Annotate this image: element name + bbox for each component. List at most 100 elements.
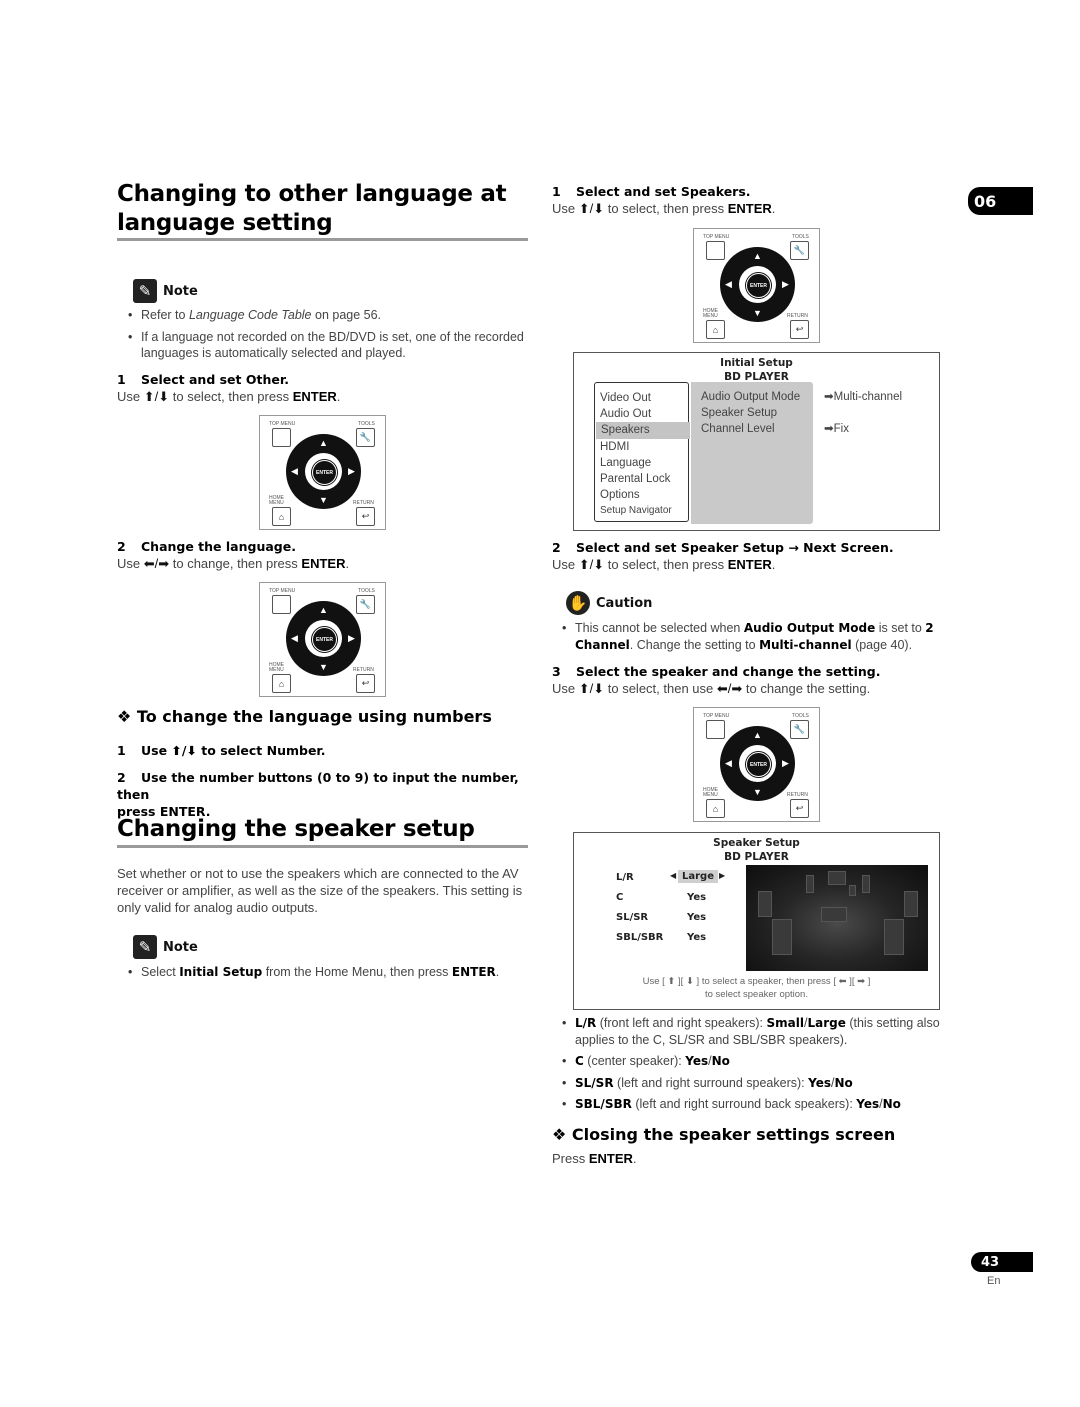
screen-title: Speaker Setup [713,837,800,849]
tv-shape [828,871,846,885]
menu-item: Video Out [600,392,651,404]
speaker-value-selected: Large [678,870,718,883]
up-arrow-icon: ▲ [753,730,762,740]
right-step-3-instruction: Use ⬆/⬇ to select, then use ⬅/➡ to chang… [552,681,871,696]
menu-item: Language [600,456,652,469]
note-item: Select Initial Setup from the Home Menu,… [127,964,537,981]
speaker-value: Yes [687,892,707,903]
left-right-arrow-icon: ⬅/➡ [143,556,170,571]
top-menu-button [706,241,725,260]
return-icon: ↩ [790,320,809,339]
front-left-speaker [806,875,814,893]
up-arrow-icon: ▲ [753,251,762,261]
screen-subtitle: BD PLAYER [724,851,789,863]
setting-values: ➡Multi-channel ➡Fix [824,389,902,438]
submenu-panel: Audio Output Mode Speaker Setup Channel … [691,382,813,524]
hint-line-1: Use [ ⬆ ][ ⬇ ] to select a speaker, then… [642,976,871,987]
note-label: Note [163,283,198,299]
top-menu-button [272,428,291,447]
surround-right-speaker [904,891,918,917]
note-list: Refer to Language Code Table on page 56.… [127,307,527,367]
numbers-step-1: 1 Use ⬆/⬇ to select Number. [117,743,326,758]
section-title-speaker: Changing the speaker setup [117,816,475,842]
tools-label: TOOLS [792,234,809,240]
tools-wrench-icon: 🔧 [790,720,809,739]
menu-label: MENU [269,500,284,506]
right-step-2-title: 2 Select and set Speaker Setup → Next Scr… [552,540,894,555]
down-arrow-icon: ▼ [319,495,328,505]
down-arrow-icon: ▼ [753,787,762,797]
home-icon: ⌂ [706,320,725,339]
note-item: Refer to Language Code Table on page 56. [127,307,527,324]
chapter-tab: 06 [968,187,1033,215]
main-menu-panel: Video Out Audio Out Speakers HDMI Langua… [594,382,690,522]
setting-value: ➡Multi-channel [824,391,903,403]
subsection-heading-closing: ❖ Closing the speaker settings screen [552,1125,896,1144]
note-heading: ✎ Note [133,935,198,959]
direction-pad: ▲ ▼ ◀ ▶ ENTER [286,601,361,676]
down-arrow-icon: ▼ [753,308,762,318]
right-step-2-instruction: Use ⬆/⬇ to select, then press ENTER. [552,557,776,572]
language-code: En [987,1275,1001,1287]
right-arrow-icon: ▶ [348,466,355,476]
pencil-note-icon: ✎ [133,935,157,959]
setting-value [824,405,902,421]
submenu-item: Audio Output Mode [701,391,801,403]
direction-pad: ▲ ▼ ◀ ▶ ENTER [720,247,795,322]
setting-value: ➡Fix [824,423,849,436]
left-arrow-icon: ◀ [725,279,732,289]
up-down-arrow-icon: ⬆/⬇ [578,201,605,216]
right-arrow-icon: ▶ [782,758,789,768]
enter-button: ENTER [312,460,337,485]
title-rule [117,845,528,848]
step-1-instruction: Use ⬆/⬇ to select, then press ENTER. [117,389,341,404]
speaker-value: Yes [687,912,707,923]
direction-pad: ▲ ▼ ◀ ▶ ENTER [720,726,795,801]
top-menu-label: TOP MENU [703,234,730,240]
option-item: SBL/SBR (left and right surround back sp… [561,1096,971,1113]
remote-diagram: TOP MENU TOOLS 🔧 ▲ ▼ ◀ ▶ ENTER HOME MENU… [259,415,386,530]
tools-wrench-icon: 🔧 [356,428,375,447]
up-down-arrow-icon: ⬆/⬇ [578,681,605,696]
menu-item: Options [600,489,640,502]
center-speaker [821,907,847,922]
caution-item: This cannot be selected when Audio Outpu… [561,620,971,653]
title-line-2: language setting [117,210,333,236]
return-icon: ↩ [356,507,375,526]
left-arrow-icon: ◀ [291,633,298,643]
left-right-arrow-icon: ⬅/➡ [716,681,743,696]
up-arrow-icon: ▲ [319,605,328,615]
surround-left-speaker [758,891,772,917]
hand-caution-icon: ✋ [566,591,590,615]
note-heading: ✎ Note [133,279,198,303]
front-right-speaker [862,875,870,893]
up-down-arrow-icon: ⬆/⬇ [143,389,170,404]
speaker-setup-screen: Speaker Setup BD PLAYER L/R ◀ Large ▶ C … [573,832,940,1010]
speaker-setup-description: Set whether or not to use the speakers w… [117,866,523,915]
step-1-title: 1 Select and set Other. [117,372,289,387]
option-item: L/R (front left and right speakers): Sma… [561,1015,971,1048]
caution-list: This cannot be selected when Audio Outpu… [561,620,971,658]
menu-label: MENU [703,313,718,319]
remote-diagram: TOP MENU TOOLS 🔧 ▲ ▼ ◀ ▶ ENTER HOME MENU… [693,707,820,822]
subsection-heading-numbers: ❖ To change the language using numbers [117,707,492,726]
speaker-hint: Use [ ⬆ ][ ⬇ ] to select a speaker, then… [574,975,939,1001]
menu-item: Parental Lock [600,472,671,485]
up-down-arrow-icon: ⬆/⬇ [578,557,605,572]
tools-wrench-icon: 🔧 [356,595,375,614]
speaker-name: SL/SR [616,912,649,923]
page-number: 43 [971,1252,1033,1272]
home-icon: ⌂ [272,674,291,693]
remote-diagram: TOP MENU TOOLS 🔧 ▲ ▼ ◀ ▶ ENTER HOME MENU… [693,228,820,343]
return-icon: ↩ [790,799,809,818]
speaker-name: L/R [616,872,634,883]
diamond-bullet-icon: ❖ [552,1125,567,1144]
caution-heading: ✋ Caution [566,591,652,615]
option-item: SL/SR (left and right surround speakers)… [561,1075,971,1092]
return-label: RETURN [353,500,374,506]
direction-pad: ▲ ▼ ◀ ▶ ENTER [286,434,361,509]
return-label: RETURN [787,792,808,798]
menu-item-selected: Speakers [596,422,690,439]
subwoofer [849,885,856,896]
right-step-1-title: 1 Select and set Speakers. [552,184,751,199]
